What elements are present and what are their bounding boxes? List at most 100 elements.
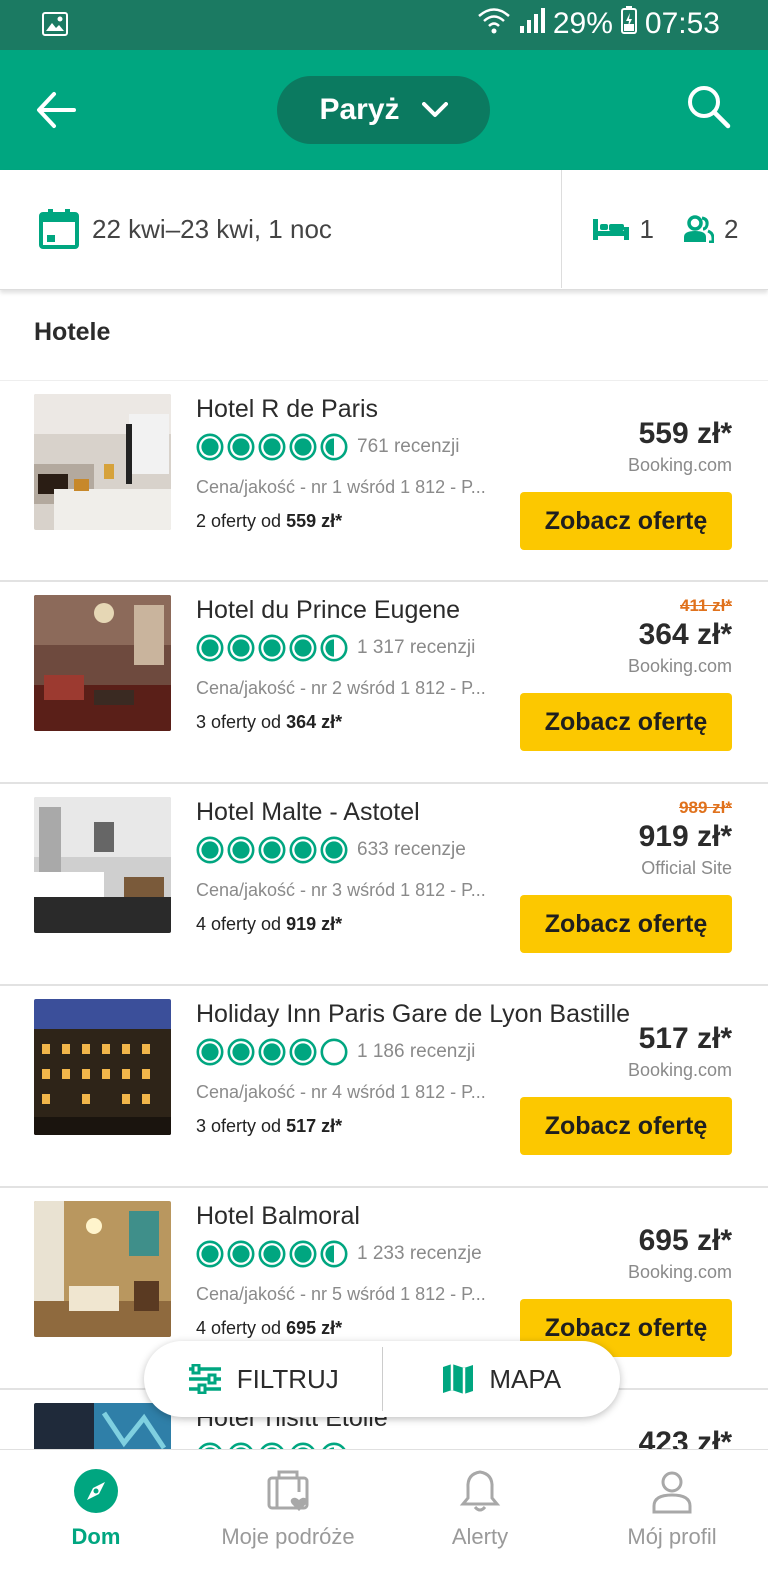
rating: 1 186 recenzji xyxy=(196,1038,475,1066)
status-bar: 29% 07:53 xyxy=(0,0,768,50)
filter-label: FILTRUJ xyxy=(236,1363,339,1394)
hotel-photo xyxy=(34,1201,171,1337)
offers-price: 559 zł* xyxy=(286,511,343,531)
review-count[interactable]: 633 recenzje xyxy=(357,839,466,861)
view-offer-button[interactable]: Zobacz ofertę xyxy=(520,895,732,953)
offers-summary: 3 oferty od 364 zł* xyxy=(196,712,342,733)
old-price: 989 zł* xyxy=(679,798,732,817)
rating-bubble-icon xyxy=(320,1038,348,1066)
filter-button[interactable]: FILTRUJ xyxy=(144,1341,382,1417)
date-range: 22 kwi–23 kwi, 1 noc xyxy=(92,213,332,244)
nav-label: Dom xyxy=(71,1524,121,1549)
offers-summary: 4 oferty od 695 zł* xyxy=(196,1318,342,1339)
offers-price: 919 zł* xyxy=(286,914,343,934)
rating-bubble-icon xyxy=(196,1240,224,1268)
rating-bubble-icon xyxy=(258,1240,286,1268)
nav-label: Alerty xyxy=(451,1524,509,1549)
ranking-text: Cena/jakość - nr 2 wśród 1 812 - P... xyxy=(196,678,486,698)
wifi-icon xyxy=(477,6,511,42)
rating-bubble-icon xyxy=(289,433,317,461)
battery-percent: 29% xyxy=(552,7,613,40)
ranking-text: Cena/jakość - nr 3 wśród 1 812 - P... xyxy=(196,880,486,900)
search-button[interactable] xyxy=(686,84,732,130)
provider: Booking.com xyxy=(627,1060,732,1080)
rating-bubble-icon xyxy=(227,1240,255,1268)
hotel-name: Hotel Balmoral xyxy=(196,1202,360,1230)
nav-my-trips[interactable]: Moje podróże xyxy=(192,1450,384,1579)
date-selector[interactable]: 22 kwi–23 kwi, 1 noc xyxy=(0,170,562,288)
hotel-name: Holiday Inn Paris Gare de Lyon Bastille xyxy=(196,1000,631,1028)
hotel-photo xyxy=(34,797,171,933)
rating: 761 recenzji xyxy=(196,433,459,461)
view-offer-button[interactable]: Zobacz ofertę xyxy=(520,693,732,751)
battery-icon xyxy=(620,6,637,42)
nav-label: Mój profil xyxy=(627,1524,717,1549)
hotel-name: Hotel du Prince Eugene xyxy=(196,596,461,624)
price: 517 zł* xyxy=(638,1022,732,1055)
old-price xyxy=(628,395,732,417)
nav-alerts[interactable]: Alerty xyxy=(384,1450,576,1579)
provider: Official Site xyxy=(641,858,732,878)
price-block: 411 zł* 364 zł* Booking.com xyxy=(628,596,732,677)
price-block: 559 zł* Booking.com xyxy=(628,395,732,476)
rating: 1 233 recenzje xyxy=(196,1240,482,1268)
rating-bubbles xyxy=(196,1240,348,1268)
bed-icon xyxy=(592,219,629,240)
rating-bubble-icon xyxy=(258,433,286,461)
review-count[interactable]: 1 317 recenzji xyxy=(357,637,475,659)
trips-icon xyxy=(267,1470,309,1511)
sliders-icon xyxy=(188,1364,221,1394)
old-price xyxy=(639,1404,732,1426)
review-count[interactable]: 1 233 recenzje xyxy=(357,1243,482,1265)
hotel-card[interactable]: Holiday Inn Paris Gare de Lyon Bastille … xyxy=(0,986,768,1188)
rating-bubble-icon xyxy=(196,433,224,461)
hotel-card[interactable]: Hotel R de Paris 761 recenzji Cena/jakoś… xyxy=(0,380,768,582)
hotel-photo xyxy=(34,999,171,1135)
map-label: MAPA xyxy=(489,1363,562,1394)
rating-bubble-icon xyxy=(258,1038,286,1066)
rating-bubble-icon xyxy=(227,1038,255,1066)
view-offer-button[interactable]: Zobacz ofertę xyxy=(520,1097,732,1155)
rooms-guests-selector[interactable]: 1 2 xyxy=(562,170,768,288)
offers-price: 695 zł* xyxy=(286,1318,343,1338)
provider: Booking.com xyxy=(627,656,732,676)
rating-bubble-icon xyxy=(289,634,317,662)
view-offer-button[interactable]: Zobacz ofertę xyxy=(520,492,732,550)
map-icon xyxy=(443,1364,474,1394)
offers-price: 364 zł* xyxy=(286,712,343,732)
app-bar: Paryż xyxy=(0,50,768,170)
arrow-left-icon xyxy=(37,92,76,128)
review-count[interactable]: 761 recenzji xyxy=(357,436,459,458)
hotel-name: Hotel Malte - Astotel xyxy=(196,798,420,826)
hotel-name: Hotel R de Paris xyxy=(196,395,379,423)
rating-bubble-icon xyxy=(196,634,224,662)
back-button[interactable] xyxy=(34,88,78,132)
filter-map-toggle: FILTRUJ MAPA xyxy=(144,1341,620,1417)
offers-prefix: 4 oferty od xyxy=(196,1318,287,1338)
rating-bubble-icon xyxy=(320,433,348,461)
profile-icon xyxy=(652,1471,692,1514)
rating-bubbles xyxy=(196,836,348,864)
map-button[interactable]: MAPA xyxy=(383,1341,621,1417)
rating-bubble-icon xyxy=(289,1038,317,1066)
hotel-card[interactable]: Hotel Malte - Astotel 633 recenzje Cena/… xyxy=(0,784,768,986)
nav-home[interactable]: Dom xyxy=(0,1450,192,1579)
search-icon xyxy=(688,86,731,129)
chevron-down-icon xyxy=(421,102,448,117)
clock: 07:53 xyxy=(644,7,720,40)
rating-bubble-icon xyxy=(196,1038,224,1066)
rating-bubble-icon xyxy=(320,1240,348,1268)
calendar-icon xyxy=(39,209,79,249)
city-selector[interactable]: Paryż xyxy=(277,76,490,144)
review-count[interactable]: 1 186 recenzji xyxy=(357,1041,475,1063)
trip-details-bar: 22 kwi–23 kwi, 1 noc 1 2 xyxy=(0,170,768,290)
price-block: 695 zł* Booking.com xyxy=(628,1202,732,1283)
offers-prefix: 3 oferty od xyxy=(196,1116,287,1136)
compass-icon xyxy=(74,1469,118,1513)
rating-bubble-icon xyxy=(227,836,255,864)
rating: 1 317 recenzji xyxy=(196,634,475,662)
hotel-card[interactable]: Hotel du Prince Eugene 1 317 recenzji Ce… xyxy=(0,582,768,784)
offers-prefix: 3 oferty od xyxy=(196,712,287,732)
nav-profile[interactable]: Mój profil xyxy=(576,1450,768,1579)
offers-prefix: 2 oferty od xyxy=(196,511,287,531)
